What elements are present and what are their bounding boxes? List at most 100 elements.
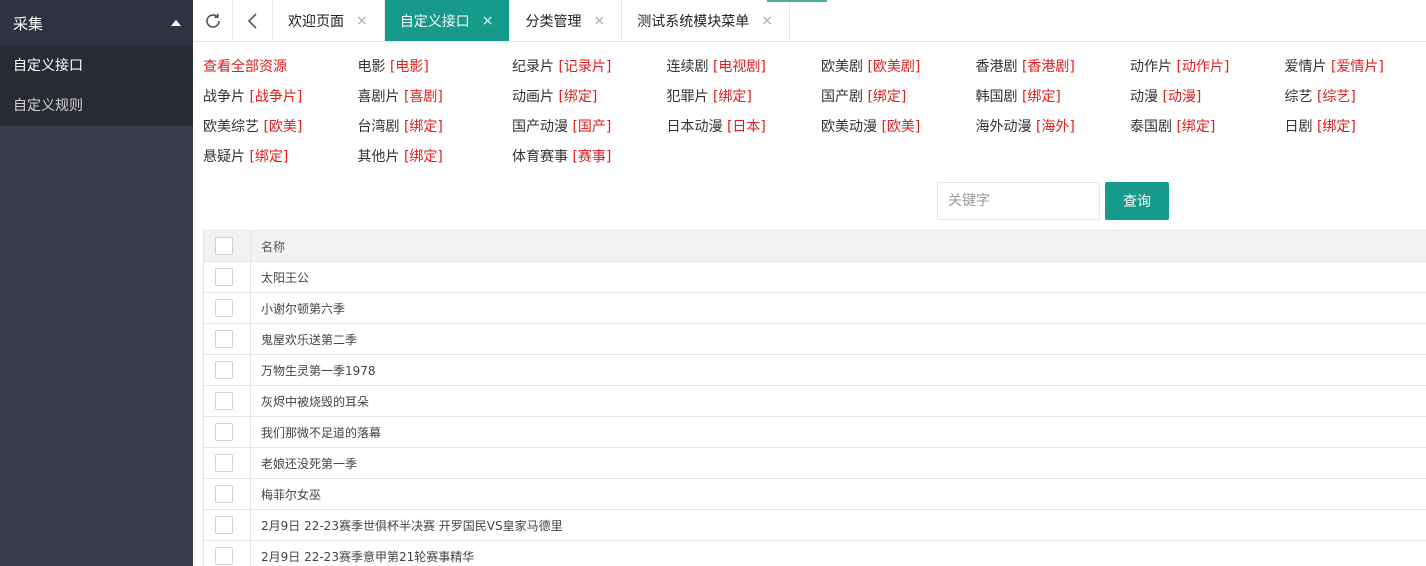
category-binding-tag: [香港剧]	[1021, 59, 1075, 75]
category-name: 其他片	[357, 149, 400, 165]
category-link[interactable]: 欧美剧 [欧美剧]	[821, 52, 976, 82]
back-button[interactable]	[233, 0, 273, 41]
table-row[interactable]: 我们那微不足道的落幕	[203, 416, 1426, 448]
category-link[interactable]: 动画片 [绑定]	[512, 82, 667, 112]
category-link[interactable]: 国产动漫 [国产]	[512, 112, 667, 142]
category-name: 连续剧	[666, 59, 709, 75]
category-link[interactable]: 韩国剧 [绑定]	[976, 82, 1131, 112]
table-row[interactable]: 太阳王公	[203, 261, 1426, 293]
row-name: 2月9日 22-23赛季世俱杯半决赛 开罗国民VS皇家马德里	[250, 509, 1426, 541]
tab-indicator	[767, 0, 827, 2]
category-binding-tag: [绑定]	[1316, 119, 1356, 135]
close-icon[interactable]: ×	[482, 13, 494, 29]
tab-test-module-menu[interactable]: 测试系统模块菜单 ×	[622, 0, 790, 41]
table-row[interactable]: 小谢尔顿第六季	[203, 292, 1426, 324]
row-checkbox[interactable]	[215, 392, 233, 410]
category-name: 战争片	[203, 89, 245, 105]
sidebar: 采集 自定义接口 自定义规则	[0, 0, 193, 566]
row-checkbox[interactable]	[215, 330, 233, 348]
category-binding-tag: [欧美剧]	[867, 59, 921, 75]
category-link[interactable]: 台湾剧 [绑定]	[358, 112, 513, 142]
category-name: 海外动漫	[975, 119, 1032, 135]
search-button[interactable]: 查询	[1105, 182, 1169, 220]
category-binding-tag: [绑定]	[249, 149, 289, 165]
close-icon[interactable]: ×	[356, 13, 368, 29]
search-input[interactable]	[937, 182, 1100, 220]
category-name: 日本动漫	[666, 119, 723, 135]
category-name: 电影	[357, 59, 386, 75]
close-icon[interactable]: ×	[593, 13, 605, 29]
category-link[interactable]: 日剧 [绑定]	[1285, 112, 1426, 142]
table-row[interactable]: 鬼屋欢乐送第二季	[203, 323, 1426, 355]
category-link[interactable]: 国产剧 [绑定]	[821, 82, 976, 112]
tab-label: 欢迎页面	[288, 13, 344, 30]
select-all-checkbox[interactable]	[215, 237, 233, 255]
row-name: 2月9日 22-23赛季意甲第21轮赛事精华	[250, 540, 1426, 566]
category-link[interactable]: 海外动漫 [海外]	[976, 112, 1131, 142]
category-name: 爱情片	[1284, 59, 1327, 75]
category-name: 犯罪片	[666, 89, 709, 105]
row-checkbox[interactable]	[215, 485, 233, 503]
table-row[interactable]: 灰烬中被烧毁的耳朵	[203, 385, 1426, 417]
tab-label: 测试系统模块菜单	[637, 13, 750, 30]
category-link[interactable]: 日本动漫 [日本]	[667, 112, 822, 142]
category-binding-tag: [赛事]	[572, 149, 612, 165]
row-checkbox-cell	[203, 323, 251, 355]
category-link[interactable]: 纪录片 [记录片]	[512, 52, 667, 82]
tab-custom-interface[interactable]: 自定义接口 ×	[384, 0, 511, 41]
refresh-button[interactable]	[193, 0, 233, 41]
row-checkbox[interactable]	[215, 516, 233, 534]
row-checkbox-cell	[203, 478, 251, 510]
category-link[interactable]: 连续剧 [电视剧]	[667, 52, 822, 82]
category-link[interactable]: 悬疑片 [绑定]	[203, 142, 358, 172]
caret-up-icon	[171, 20, 181, 26]
table-row[interactable]: 2月9日 22-23赛季世俱杯半决赛 开罗国民VS皇家马德里	[203, 509, 1426, 541]
close-icon[interactable]: ×	[761, 13, 773, 29]
sidebar-item-custom-rules[interactable]: 自定义规则	[0, 86, 193, 126]
category-link[interactable]: 战争片 [战争片]	[203, 82, 358, 112]
category-binding-tag: [爱情片]	[1330, 59, 1384, 75]
category-link[interactable]: 欧美动漫 [欧美]	[821, 112, 976, 142]
category-name: 香港剧	[975, 59, 1018, 75]
category-link[interactable]: 综艺 [综艺]	[1285, 82, 1426, 112]
category-link[interactable]: 欧美综艺 [欧美]	[203, 112, 358, 142]
tab-welcome[interactable]: 欢迎页面 ×	[273, 0, 385, 41]
category-binding-tag: [绑定]	[712, 89, 752, 105]
category-binding-tag: [欧美]	[881, 119, 921, 135]
row-checkbox[interactable]	[215, 454, 233, 472]
category-name: 体育赛事	[512, 149, 568, 165]
category-link[interactable]: 犯罪片 [绑定]	[667, 82, 822, 112]
row-checkbox[interactable]	[215, 423, 233, 441]
tab-category-management[interactable]: 分类管理 ×	[510, 0, 623, 41]
category-name: 悬疑片	[203, 149, 245, 165]
sidebar-group-collect[interactable]: 采集	[0, 0, 193, 46]
category-link[interactable]: 动作片 [动作片]	[1130, 52, 1285, 82]
row-name: 老娘还没死第一季	[250, 447, 1426, 479]
tab-bar: 欢迎页面 × 自定义接口 × 分类管理 × 测试系统模块菜单 ×	[193, 0, 1426, 42]
row-checkbox[interactable]	[215, 361, 233, 379]
table-row[interactable]: 2月9日 22-23赛季意甲第21轮赛事精华	[203, 540, 1426, 566]
table-row[interactable]: 梅菲尔女巫	[203, 478, 1426, 510]
row-checkbox[interactable]	[215, 268, 233, 286]
row-name: 万物生灵第一季1978	[250, 354, 1426, 386]
category-link[interactable]: 体育赛事 [赛事]	[512, 142, 667, 172]
row-checkbox[interactable]	[215, 547, 233, 566]
category-binding-tag: [绑定]	[1176, 119, 1216, 135]
category-link[interactable]: 动漫 [动漫]	[1130, 82, 1285, 112]
category-name: 泰国剧	[1130, 119, 1172, 135]
category-name: 查看全部资源	[203, 59, 287, 75]
category-link[interactable]: 泰国剧 [绑定]	[1130, 112, 1285, 142]
category-link[interactable]: 其他片 [绑定]	[358, 142, 513, 172]
row-checkbox[interactable]	[215, 299, 233, 317]
table-row[interactable]: 老娘还没死第一季	[203, 447, 1426, 479]
category-binding-tag: [日本]	[726, 119, 766, 135]
sidebar-item-custom-interface[interactable]: 自定义接口	[0, 46, 193, 86]
table-row[interactable]: 万物生灵第一季1978	[203, 354, 1426, 386]
category-link[interactable]: 电影 [电影]	[358, 52, 513, 82]
category-link[interactable]: 查看全部资源	[203, 52, 358, 82]
category-link[interactable]: 喜剧片 [喜剧]	[358, 82, 513, 112]
category-binding-tag: [海外]	[1035, 119, 1075, 135]
category-binding-tag: [喜剧]	[403, 89, 443, 105]
category-link[interactable]: 香港剧 [香港剧]	[976, 52, 1131, 82]
category-link[interactable]: 爱情片 [爱情片]	[1285, 52, 1426, 82]
